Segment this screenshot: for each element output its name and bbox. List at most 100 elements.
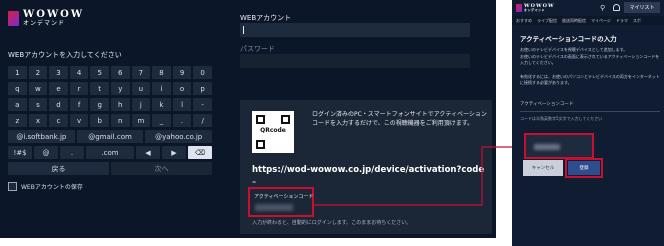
password-label: パスワード xyxy=(240,45,275,53)
key-0[interactable]: 0 xyxy=(193,66,212,79)
key-o[interactable]: o xyxy=(172,82,192,95)
qr-code-image: QRcode xyxy=(252,111,294,153)
tab-mypage[interactable]: マイページ xyxy=(591,16,611,25)
stage: WOWOW オンデマンド WEBアカウントを入力してください 123456789… xyxy=(0,0,664,246)
logo-title: WOWOW xyxy=(23,9,85,20)
phone-section-divider xyxy=(520,111,660,112)
key-4[interactable]: 4 xyxy=(69,66,89,79)
key-hyphen[interactable]: - xyxy=(193,98,212,111)
keyboard-row-2: asdfghjkl- xyxy=(8,98,212,111)
key-a[interactable]: a xyxy=(8,98,27,111)
cancel-button[interactable]: キャンセル xyxy=(523,160,563,176)
phone-logo-mark-icon xyxy=(516,4,522,12)
cursor-left-icon[interactable]: ◀ xyxy=(136,146,160,159)
mylist-button[interactable]: マイリスト xyxy=(624,2,660,13)
key-6[interactable]: 6 xyxy=(110,66,130,79)
key-n[interactable]: n xyxy=(110,114,130,127)
key-i[interactable]: i xyxy=(152,82,171,95)
key-2[interactable]: 2 xyxy=(28,66,48,79)
key-s[interactable]: s xyxy=(28,98,48,111)
key-u[interactable]: u xyxy=(131,82,151,95)
logo-mark-icon xyxy=(8,11,19,26)
key-period[interactable]: . xyxy=(172,114,192,127)
phone-paragraph-2: お使いのテレビデバイスの画面に表示されているアクティベーションコードを入力してく… xyxy=(520,54,660,65)
activation-panel: QRcode ログイン済みのPC・スマートフォンサイトでアクティベーションコード… xyxy=(240,100,492,234)
key-9[interactable]: 9 xyxy=(172,66,192,79)
next-button[interactable]: 次へ xyxy=(111,162,212,175)
key-x[interactable]: x xyxy=(28,114,48,127)
tab-drama[interactable]: ドラマ xyxy=(616,16,628,25)
phone-code-input[interactable] xyxy=(524,133,594,159)
search-icon[interactable]: ⚲ xyxy=(600,4,605,12)
back-button[interactable]: 戻る xyxy=(8,162,109,175)
key-z[interactable]: z xyxy=(8,114,27,127)
cursor-right-icon[interactable]: ▶ xyxy=(162,146,186,159)
phone-section-label: アクティベーションコード xyxy=(520,102,574,107)
key-at[interactable]: @ xyxy=(34,146,58,159)
keyboard-title: WEBアカウントを入力してください xyxy=(8,51,122,59)
key-slash[interactable]: / xyxy=(193,114,212,127)
key-underscore[interactable]: _ xyxy=(152,114,171,127)
key-5[interactable]: 5 xyxy=(90,66,109,79)
tab-recommended[interactable]: おすすめ xyxy=(516,16,532,25)
key-1[interactable]: 1 xyxy=(8,66,27,79)
key-f[interactable]: f xyxy=(69,98,89,111)
tab-live[interactable]: ライブ配信 xyxy=(537,16,557,25)
activation-code-value-blurred xyxy=(255,204,293,211)
keyboard-row-domains: @i.softbank.jp @gmail.com @yahoo.co.jp xyxy=(8,130,213,143)
key-7[interactable]: 7 xyxy=(131,66,151,79)
key-domain-gmail[interactable]: @gmail.com xyxy=(76,130,144,143)
phone-code-note: コードは半角英数字5文字で入力してください xyxy=(520,116,603,121)
tab-sports[interactable]: スポ xyxy=(633,16,641,25)
key-m[interactable]: m xyxy=(131,114,151,127)
key-dotcom[interactable]: .com xyxy=(86,146,134,159)
webid-label: WEBアカウント xyxy=(240,14,292,22)
key-j[interactable]: j xyxy=(131,98,151,111)
key-e[interactable]: e xyxy=(49,82,68,95)
key-w[interactable]: w xyxy=(28,82,48,95)
save-account-row[interactable]: WEBアカウントの保存 xyxy=(8,182,83,191)
key-k[interactable]: k xyxy=(152,98,171,111)
key-y[interactable]: y xyxy=(110,82,130,95)
qr-label: QRcode xyxy=(260,127,286,134)
register-button[interactable]: 登録 xyxy=(568,161,600,175)
key-h[interactable]: h xyxy=(110,98,130,111)
keyboard-row-numbers: 1234567890 xyxy=(8,66,212,79)
key-dot[interactable]: . xyxy=(60,146,84,159)
key-8[interactable]: 8 xyxy=(152,66,171,79)
key-g[interactable]: g xyxy=(90,98,109,111)
webid-input[interactable] xyxy=(240,23,470,37)
phone-screen: WOWOW オンデマンド ⚲ マイリスト おすすめ ライブ配信 放送同時配信 マ… xyxy=(512,0,664,246)
activation-url: https://wod-wowow.co.jp/device/activatio… xyxy=(252,165,485,175)
text-caret xyxy=(243,26,244,34)
qr-finder-top-left xyxy=(256,115,265,124)
save-account-checkbox[interactable] xyxy=(8,182,17,191)
activation-code-highlight: アクティベーションコード xyxy=(248,187,314,217)
key-v[interactable]: v xyxy=(69,114,89,127)
backspace-icon[interactable]: ⌫ xyxy=(188,146,212,159)
key-3[interactable]: 3 xyxy=(49,66,68,79)
activation-url-suffix: = xyxy=(252,180,257,186)
phone-tabs: おすすめ ライブ配信 放送同時配信 マイページ ドラマ スポ xyxy=(512,16,664,25)
key-d[interactable]: d xyxy=(49,98,68,111)
key-c[interactable]: c xyxy=(49,114,68,127)
tab-simulcast[interactable]: 放送同時配信 xyxy=(562,16,586,25)
activation-description: ログイン済みのPC・スマートフォンサイトでアクティベーションコードを入力するだけ… xyxy=(312,111,487,127)
key-domain-softbank[interactable]: @i.softbank.jp xyxy=(8,130,75,143)
key-t[interactable]: t xyxy=(90,82,109,95)
key-q[interactable]: q xyxy=(8,82,27,95)
phone-logo[interactable]: WOWOW オンデマンド xyxy=(516,4,555,12)
key-p[interactable]: p xyxy=(193,82,212,95)
qr-finder-bottom-left xyxy=(256,140,265,149)
key-symbols[interactable]: !#$ xyxy=(8,146,32,159)
key-b[interactable]: b xyxy=(90,114,109,127)
wowow-logo: WOWOW オンデマンド xyxy=(8,10,84,27)
key-domain-yahoo[interactable]: @yahoo.co.jp xyxy=(145,130,213,143)
keyboard-row-actions: 戻る 次へ xyxy=(8,162,212,175)
key-l[interactable]: l xyxy=(172,98,192,111)
keyboard-row-3: z x c v b n m _. / xyxy=(8,114,212,127)
bell-icon[interactable] xyxy=(613,4,620,11)
qr-finder-top-right xyxy=(281,115,290,124)
key-r[interactable]: r xyxy=(69,82,89,95)
password-input[interactable] xyxy=(240,54,470,68)
